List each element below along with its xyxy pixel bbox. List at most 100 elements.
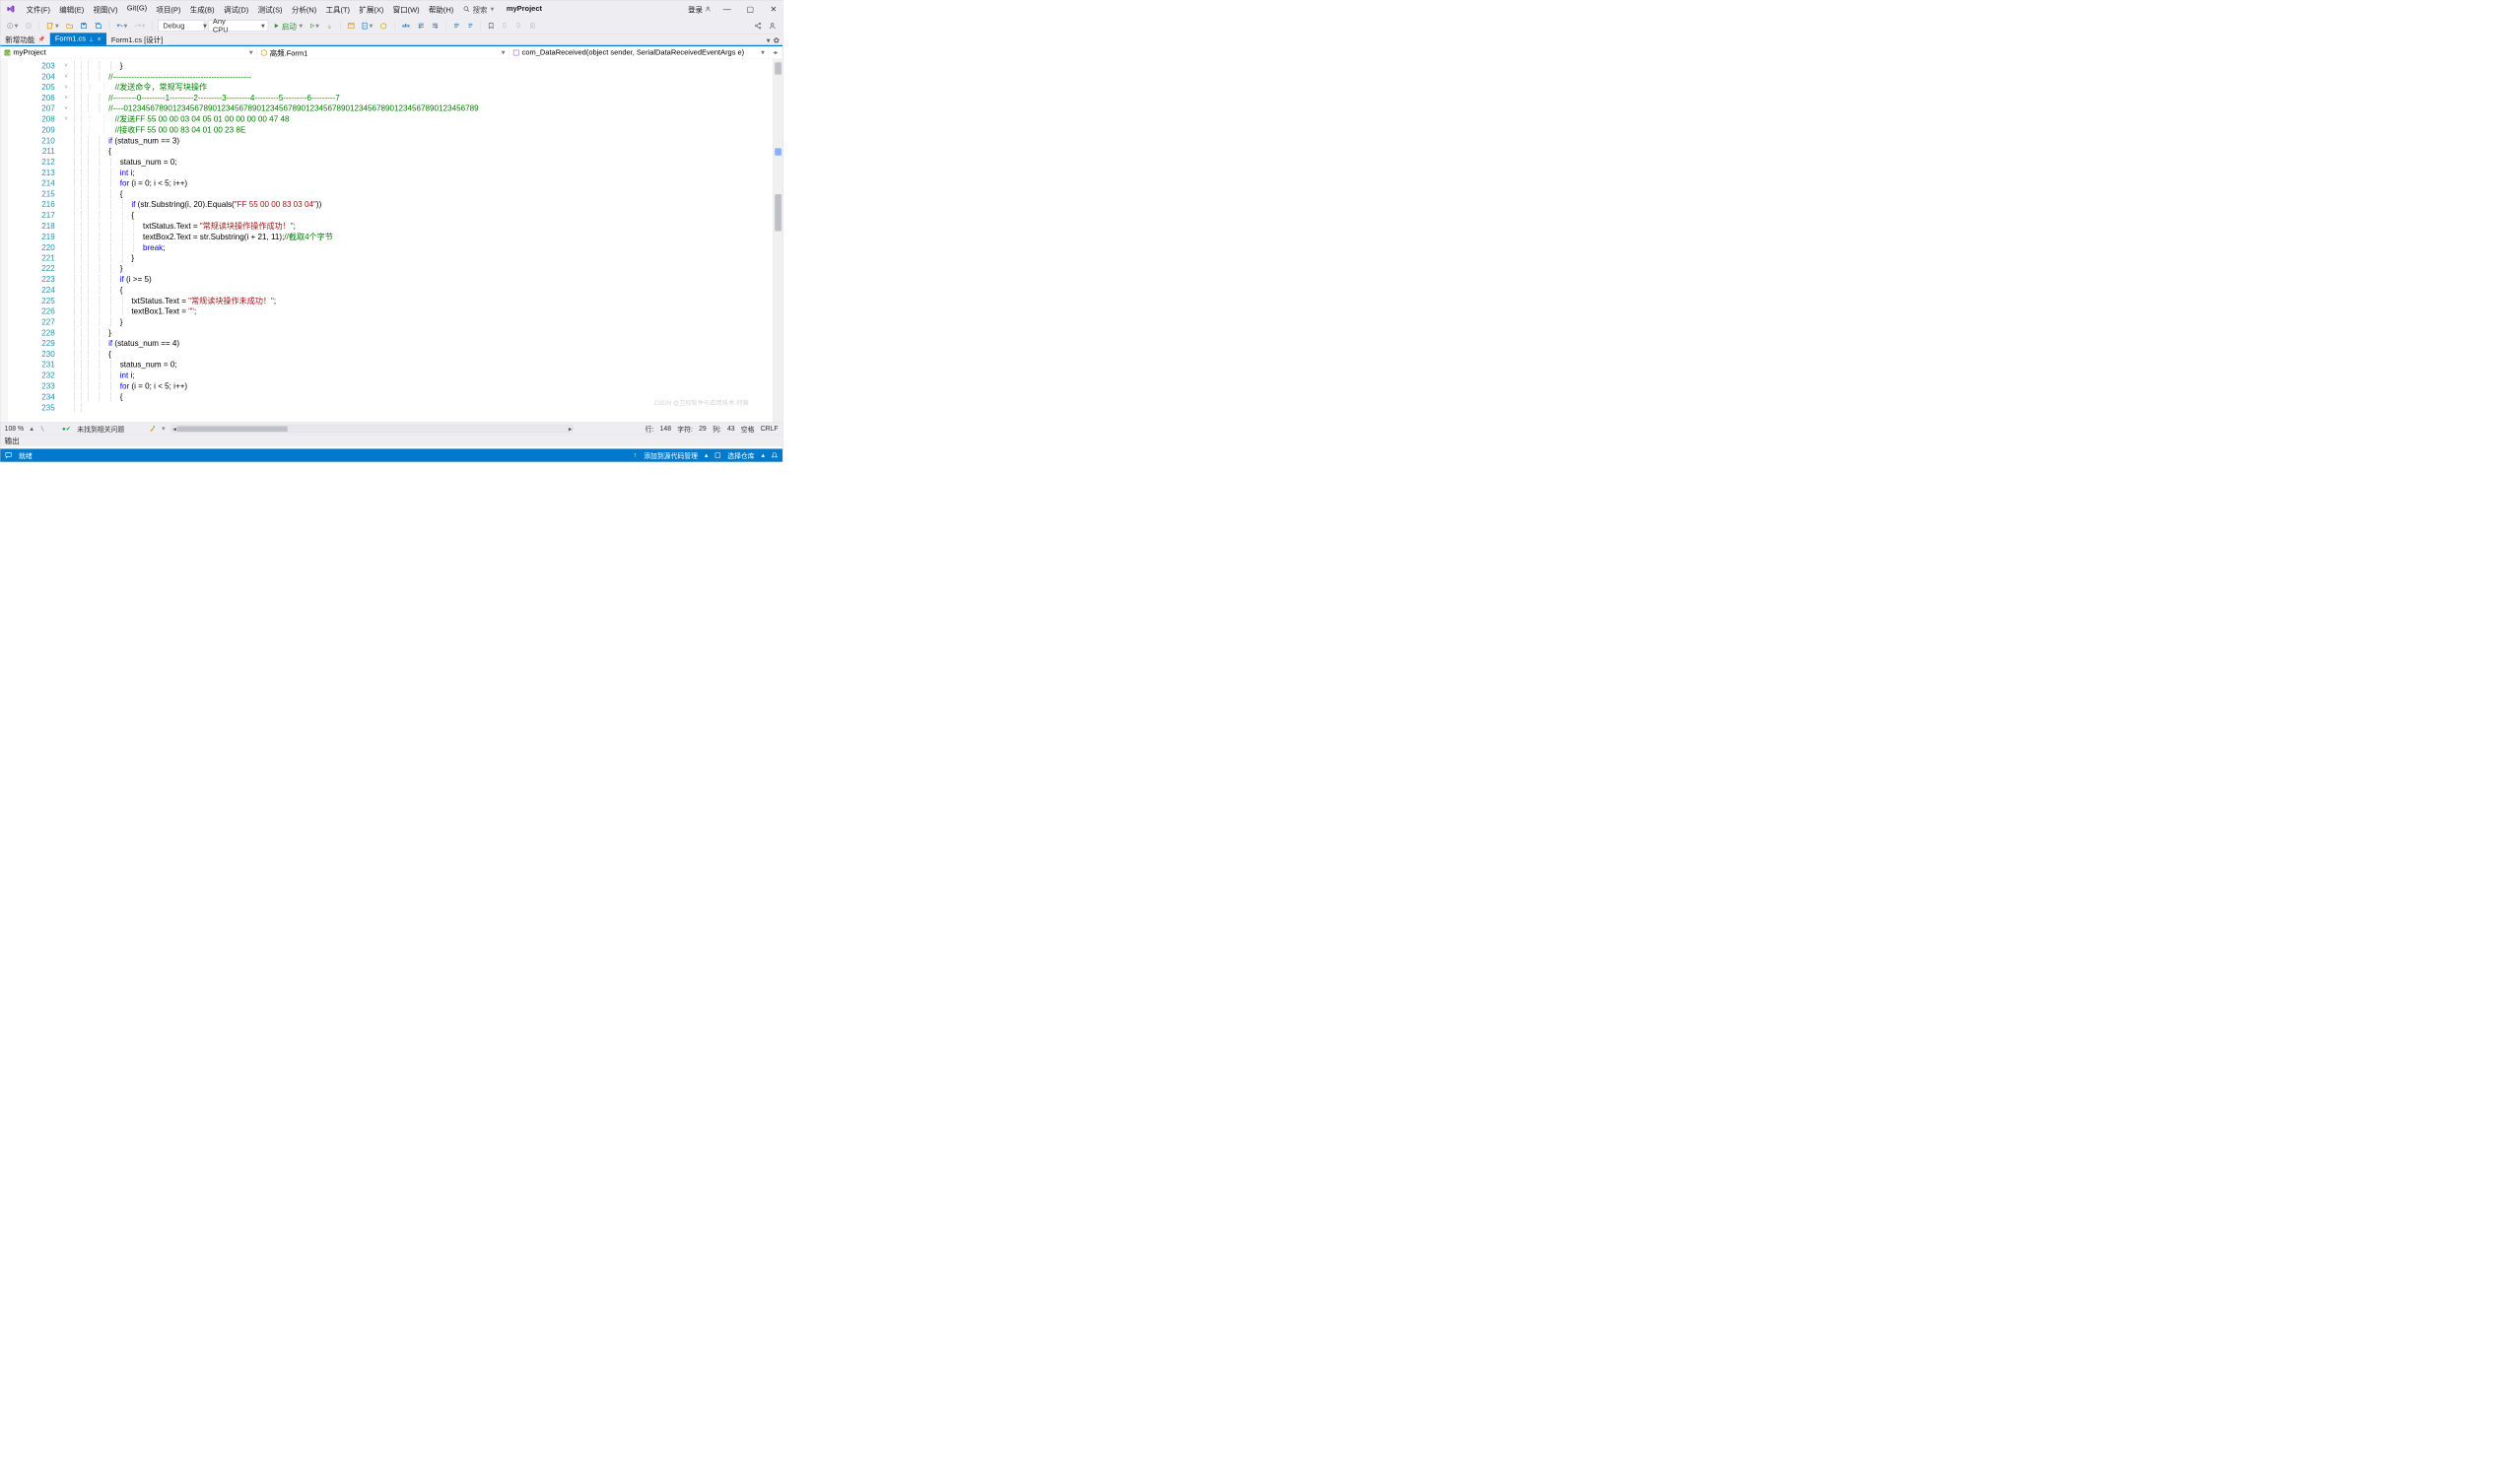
new-project-button[interactable]: ▾	[44, 20, 60, 32]
nav-back-button[interactable]: ▾	[5, 20, 20, 32]
menu-item[interactable]: Git(G)	[122, 2, 151, 17]
split-button[interactable]	[769, 46, 782, 59]
zoom-level[interactable]: 108 %	[5, 425, 24, 433]
chat-icon[interactable]	[5, 452, 12, 459]
browse-button[interactable]	[346, 21, 357, 30]
menu-item[interactable]: 帮助(H)	[425, 2, 458, 17]
menu-item[interactable]: 编辑(E)	[55, 2, 89, 17]
start-debug-button[interactable]: 启动▾	[272, 19, 305, 32]
new-file-icon	[46, 22, 53, 29]
pin-icon[interactable]: ⟂	[90, 35, 94, 42]
menu-item[interactable]: 窗口(W)	[388, 2, 424, 17]
tabs-options-button[interactable]: ✿	[774, 36, 780, 45]
scroll-right-button[interactable]: ▸	[568, 426, 574, 433]
status-bar: 就绪 ↑ 添加到源代码管理▴ 选择仓库▴	[0, 449, 782, 462]
menu-item[interactable]: 视图(V)	[89, 2, 122, 17]
abc-button[interactable]: abc	[400, 21, 412, 30]
breakpoint-margin[interactable]	[0, 59, 7, 422]
comment-button[interactable]	[451, 22, 461, 31]
add-scm-button[interactable]: 添加到源代码管理	[644, 450, 698, 460]
page-plus-icon: +	[362, 23, 369, 30]
scroll-thumb[interactable]	[775, 194, 781, 231]
svg-text:+: +	[364, 24, 367, 29]
nav-class-combo[interactable]: 高频.Form1▾	[257, 46, 510, 59]
config-combo[interactable]: Debug▾	[159, 20, 205, 31]
open-button[interactable]	[64, 21, 75, 30]
bookmark-next-button[interactable]	[513, 22, 524, 31]
indent-right-button[interactable]	[430, 21, 441, 30]
status-ready: 就绪	[19, 450, 33, 460]
code-area[interactable]: ┊ ┊ ┊ }┊ ┊ //---------------------------…	[86, 59, 774, 422]
page-button[interactable]: +▾	[360, 20, 374, 32]
vertical-scrollbar[interactable]	[774, 59, 782, 422]
menu-item[interactable]: 生成(B)	[185, 2, 219, 17]
close-button[interactable]: ✕	[767, 4, 781, 14]
hot-reload-button[interactable]	[325, 22, 335, 31]
nav-project-combo[interactable]: C# myProject▾	[0, 46, 256, 59]
output-panel-header[interactable]: 输出	[0, 435, 782, 445]
maximize-button[interactable]: ▢	[743, 4, 757, 14]
lines2-icon	[467, 23, 473, 29]
indent-mode[interactable]: 空格	[741, 424, 755, 434]
nav-fwd-button[interactable]	[24, 22, 34, 31]
tab-form1-cs[interactable]: Form1.cs ⟂ ✕	[50, 33, 106, 44]
repo-icon	[714, 452, 720, 458]
menu-item[interactable]: 分析(N)	[288, 2, 321, 17]
login-link[interactable]: 登录	[688, 4, 711, 15]
bookmark-clear-button[interactable]	[527, 22, 537, 31]
package-button[interactable]	[378, 21, 389, 30]
horizontal-scrollbar[interactable]: ◂ ▸	[171, 426, 574, 433]
uncomment-button[interactable]	[465, 22, 475, 31]
brush-icon[interactable]	[149, 426, 156, 433]
share-button[interactable]	[753, 21, 764, 30]
col-value: 43	[727, 425, 735, 433]
save-button[interactable]	[79, 21, 90, 30]
pin-icon[interactable]: 📌	[38, 35, 45, 42]
menu-item[interactable]: 扩展(X)	[355, 2, 388, 17]
menu-item[interactable]: 文件(F)	[22, 2, 54, 17]
start-no-debug-button[interactable]: ▾	[308, 20, 321, 32]
save-all-icon	[95, 23, 102, 30]
share-icon	[755, 23, 762, 30]
tab-form1-design[interactable]: Form1.cs [设计]	[106, 33, 168, 44]
bookmark-x-icon	[529, 23, 535, 29]
select-repo-button[interactable]: 选择仓库	[727, 450, 754, 460]
platform-combo[interactable]: Any CPU▾	[208, 20, 268, 31]
fold-margin[interactable]: ˅ ˅ ˅ ˅ ˅ ˅	[60, 59, 72, 422]
menu-item[interactable]: 工具(T)	[321, 2, 354, 17]
save-icon	[81, 23, 88, 30]
title-bar: 文件(F)编辑(E)视图(V)Git(G)项目(P)生成(B)调试(D)测试(S…	[0, 0, 782, 17]
minimize-button[interactable]: —	[719, 4, 733, 14]
package-icon	[380, 23, 387, 30]
save-all-button[interactable]	[93, 21, 103, 30]
feedback-button[interactable]	[767, 21, 778, 30]
bell-icon[interactable]	[772, 452, 778, 459]
redo-button[interactable]: ▾	[133, 20, 147, 32]
undo-icon	[117, 23, 123, 29]
toolbar: ▾ ▾ ▾ ▾ Debug▾ Any CPU▾ 启动▾ ▾ +▾ abc	[0, 18, 782, 34]
indent-guides: ┊ ┊┊ ┊┊ ┊┊ ┊┊ ┊┊ ┊┊ ┊┊ ┊┊ ┊┊ ┊┊ ┊┊ ┊┊ ┊┊…	[72, 59, 86, 422]
issues-text[interactable]: 未找到相关问题	[77, 424, 124, 434]
line-number-gutter: 2032042052062072082092102112122132142152…	[8, 59, 60, 422]
health-icon[interactable]	[39, 426, 45, 432]
hscroll-thumb[interactable]	[177, 426, 288, 432]
indent-left-icon	[418, 23, 425, 30]
menu-item[interactable]: 测试(S)	[253, 2, 287, 17]
tab-new-features[interactable]: 新增功能 📌	[0, 33, 50, 44]
indent-right-icon	[432, 23, 439, 30]
search-box[interactable]: 搜索 ▾	[463, 4, 494, 15]
zoom-dropdown[interactable]: ▴	[30, 425, 33, 433]
tabs-overflow-button[interactable]: ▾	[767, 36, 771, 45]
close-tab-icon[interactable]: ✕	[97, 35, 102, 42]
menu-item[interactable]: 调试(D)	[220, 2, 253, 17]
login-icon	[706, 6, 712, 12]
bookmark-prev-button[interactable]	[500, 22, 510, 31]
line-ending[interactable]: CRLF	[761, 425, 779, 433]
menu-item[interactable]: 项目(P)	[152, 2, 185, 17]
nav-member-combo[interactable]: com_DataReceived(object sender, SerialDa…	[510, 46, 769, 59]
code-editor[interactable]: 2032042052062072082092102112122132142152…	[0, 59, 782, 423]
undo-button[interactable]: ▾	[115, 20, 129, 32]
bookmark-button[interactable]	[487, 22, 496, 31]
indent-left-button[interactable]	[416, 21, 427, 30]
search-icon	[463, 6, 469, 12]
